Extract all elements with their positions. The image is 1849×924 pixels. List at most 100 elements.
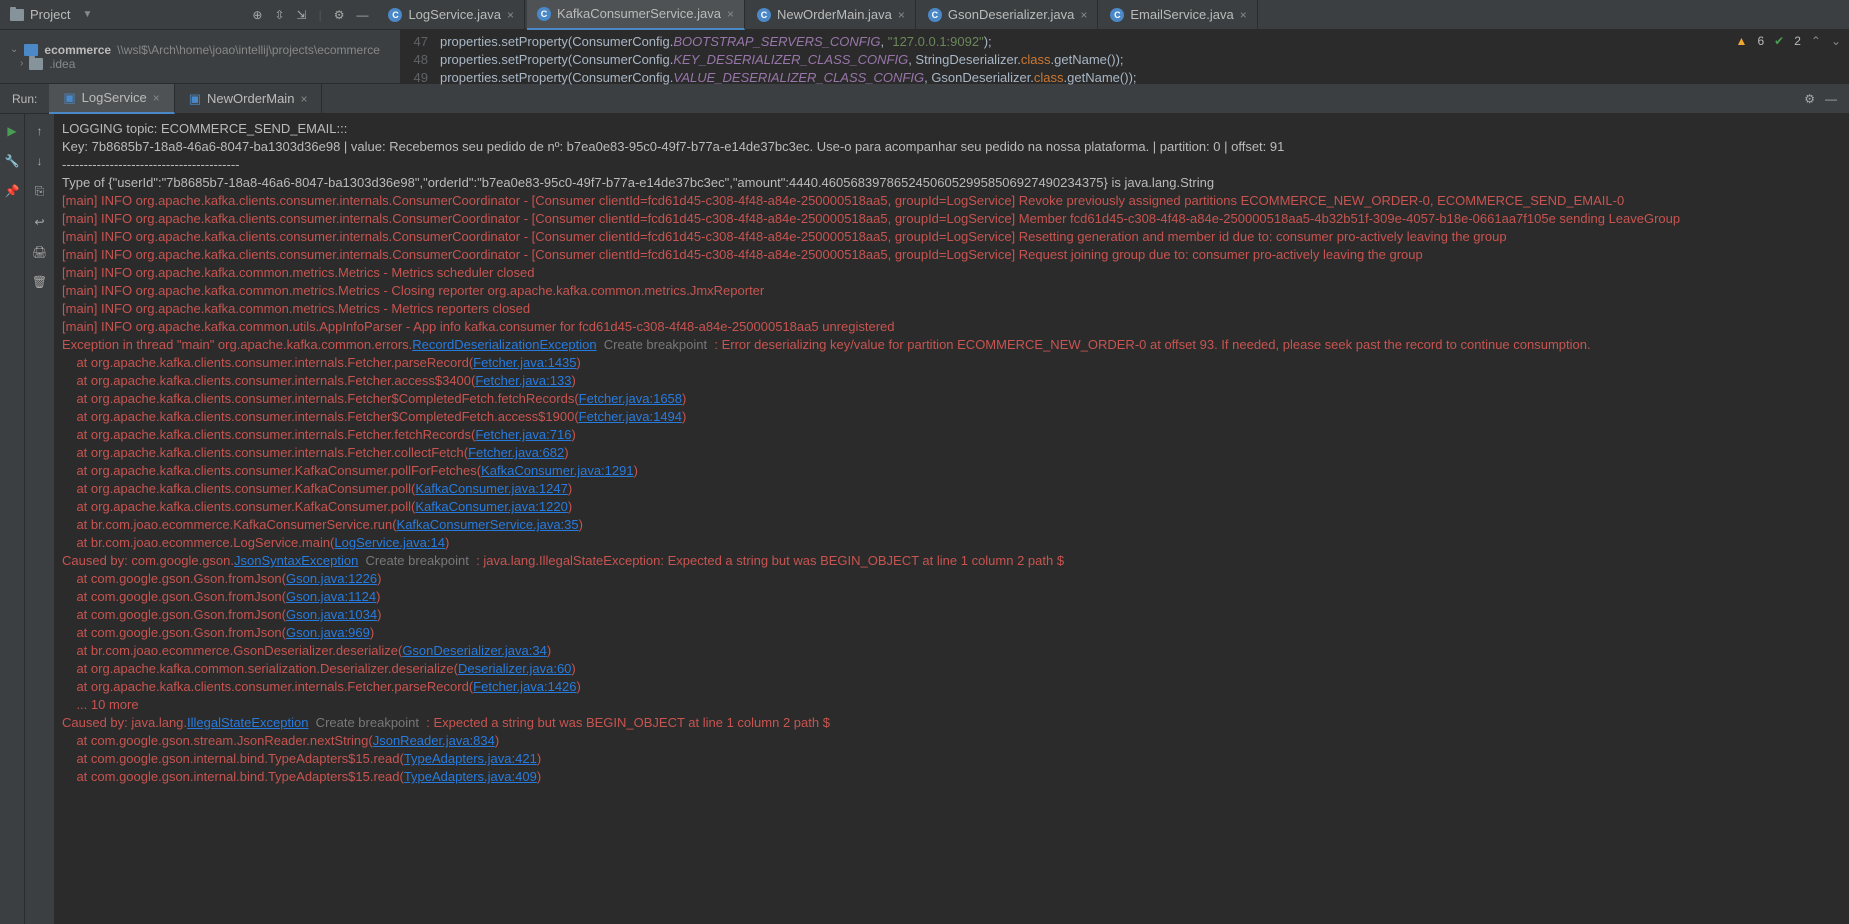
stack-link[interactable]: Gson.java:1124 xyxy=(286,589,376,604)
top-toolbar-icons: ⊕ ⇳ ⇲ | ⚙ — xyxy=(242,8,378,22)
step-into-icon[interactable]: ↓ xyxy=(37,154,43,168)
close-icon[interactable]: × xyxy=(1080,8,1087,22)
stack-link[interactable]: KafkaConsumer.java:1247 xyxy=(415,481,567,496)
stack-link[interactable]: IllegalStateException xyxy=(187,715,308,730)
close-icon[interactable]: × xyxy=(898,8,905,22)
stack-link[interactable]: TypeAdapters.java:409 xyxy=(404,769,537,784)
editor-tab[interactable]: CKafkaConsumerService.java× xyxy=(527,0,745,30)
console-line: at com.google.gson.Gson.fromJson(Gson.ja… xyxy=(62,588,1841,606)
editor-tab[interactable]: CEmailService.java× xyxy=(1100,0,1257,30)
console-line: Type of {"userId":"7b8685b7-18a8-46a6-80… xyxy=(62,174,1841,192)
application-icon: ▣ xyxy=(63,90,75,106)
stack-link[interactable]: JsonReader.java:834 xyxy=(373,733,495,748)
chevron-up-icon[interactable]: ⌃ xyxy=(1811,34,1821,48)
close-icon[interactable]: × xyxy=(1240,8,1247,22)
console-text: at com.google.gson.Gson.fromJson( xyxy=(62,625,286,640)
stack-link[interactable]: Fetcher.java:1494 xyxy=(579,409,682,424)
console-line: at org.apache.kafka.clients.consumer.int… xyxy=(62,390,1841,408)
stack-link[interactable]: Fetcher.java:716 xyxy=(475,427,571,442)
console-line: [main] INFO org.apache.kafka.clients.con… xyxy=(62,192,1841,210)
editor-tab[interactable]: CNewOrderMain.java× xyxy=(747,0,916,30)
stack-link[interactable]: KafkaConsumer.java:1220 xyxy=(415,499,567,514)
stack-link[interactable]: Fetcher.java:1435 xyxy=(473,355,576,370)
close-icon[interactable]: × xyxy=(300,92,307,106)
console-text: : Expected a string but was BEGIN_OBJECT… xyxy=(423,715,830,730)
pin-icon[interactable]: 📌 xyxy=(5,184,20,198)
minimize-icon[interactable]: — xyxy=(1825,92,1837,106)
console-line: at br.com.joao.ecommerce.GsonDeserialize… xyxy=(62,642,1841,660)
minimize-icon[interactable]: — xyxy=(356,8,368,22)
console-text: ) xyxy=(537,769,541,784)
code-line[interactable]: 47 properties.setProperty(ConsumerConfig… xyxy=(400,32,1849,50)
stack-link[interactable]: JsonSyntaxException xyxy=(234,553,358,568)
step-over-icon[interactable]: ↑ xyxy=(37,124,43,138)
console-text: ) xyxy=(547,643,551,658)
expand-icon[interactable]: ⇳ xyxy=(274,8,284,22)
console-text: ) xyxy=(571,427,575,442)
wrap-icon[interactable]: ↩ xyxy=(34,215,44,229)
code-line[interactable]: 48 properties.setProperty(ConsumerConfig… xyxy=(400,50,1849,68)
close-icon[interactable]: × xyxy=(153,91,160,105)
export-icon[interactable]: ⎘ xyxy=(35,184,45,199)
stack-link[interactable]: KafkaConsumer.java:1291 xyxy=(481,463,633,478)
java-class-icon: C xyxy=(757,8,771,22)
console-text: Exception in thread "main" org.apache.ka… xyxy=(62,337,412,352)
project-dropdown[interactable]: Project ▼ xyxy=(0,7,102,22)
console-text: at com.google.gson.internal.bind.TypeAda… xyxy=(62,769,404,784)
stack-link[interactable]: Gson.java:969 xyxy=(286,625,370,640)
console-text: ) xyxy=(577,355,581,370)
close-icon[interactable]: × xyxy=(507,8,514,22)
console-line: at com.google.gson.internal.bind.TypeAda… xyxy=(62,750,1841,768)
console-line: Key: 7b8685b7-18a8-46a6-8047-ba1303d36e9… xyxy=(62,138,1841,156)
gear-icon[interactable]: ⚙ xyxy=(1804,92,1815,106)
chevron-down-icon[interactable]: ⌄ xyxy=(1831,34,1841,48)
console-text: at org.apache.kafka.clients.consumer.Kaf… xyxy=(62,499,415,514)
console-text: ) xyxy=(577,679,581,694)
code-text: properties.setProperty(ConsumerConfig.VA… xyxy=(440,70,1137,85)
console-line: [main] INFO org.apache.kafka.common.metr… xyxy=(62,300,1841,318)
console-text: ) xyxy=(495,733,499,748)
stack-link[interactable]: RecordDeserializationException xyxy=(412,337,596,352)
editor-tab[interactable]: CGsonDeserializer.java× xyxy=(918,0,1098,30)
project-idea-row[interactable]: › .idea xyxy=(0,57,400,71)
stack-link[interactable]: Gson.java:1034 xyxy=(286,607,377,622)
print-icon[interactable]: 🖨 xyxy=(32,245,47,259)
stack-link[interactable]: Fetcher.java:133 xyxy=(475,373,571,388)
stack-link[interactable]: GsonDeserializer.java:34 xyxy=(402,643,547,658)
create-breakpoint-hint[interactable]: Create breakpoint xyxy=(597,337,711,352)
project-root-row[interactable]: ⌄ ecommerce \\wsl$\Arch\home\joao\intell… xyxy=(0,43,400,57)
stack-link[interactable]: Fetcher.java:1658 xyxy=(579,391,682,406)
play-icon[interactable]: ▶ xyxy=(7,124,16,138)
line-number: 49 xyxy=(400,70,440,85)
run-tab[interactable]: ▣LogService× xyxy=(49,84,174,114)
console-text: at org.apache.kafka.clients.consumer.int… xyxy=(62,679,473,694)
chevron-right-icon[interactable]: › xyxy=(20,58,23,69)
close-icon[interactable]: × xyxy=(727,7,734,21)
debug-icon[interactable]: 🔧 xyxy=(5,154,20,168)
chevron-down-icon[interactable]: ⌄ xyxy=(10,44,18,55)
java-class-icon: C xyxy=(388,8,402,22)
editor-tab-label: GsonDeserializer.java xyxy=(948,7,1074,22)
run-tab[interactable]: ▣NewOrderMain× xyxy=(175,84,323,114)
stack-link[interactable]: KafkaConsumerService.java:35 xyxy=(397,517,579,532)
warning-icon[interactable]: ▲ xyxy=(1736,34,1748,48)
gear-icon[interactable]: ⚙ xyxy=(334,8,345,22)
trash-icon[interactable]: 🗑 xyxy=(32,275,47,289)
create-breakpoint-hint[interactable]: Create breakpoint xyxy=(358,553,472,568)
editor-tab[interactable]: CLogService.java× xyxy=(378,0,525,30)
stack-link[interactable]: LogService.java:14 xyxy=(334,535,445,550)
console-line: ----------------------------------------… xyxy=(62,156,1841,174)
editor-preview[interactable]: ▲6 ✔2 ⌃ ⌄ 47 properties.setProperty(Cons… xyxy=(400,30,1849,83)
stack-link[interactable]: Deserializer.java:60 xyxy=(458,661,571,676)
collapse-icon[interactable]: ⇲ xyxy=(297,8,307,22)
code-line[interactable]: 49 properties.setProperty(ConsumerConfig… xyxy=(400,68,1849,86)
console-text: at br.com.joao.ecommerce.GsonDeserialize… xyxy=(62,643,402,658)
stack-link[interactable]: TypeAdapters.java:421 xyxy=(404,751,537,766)
console-output[interactable]: LOGGING topic: ECOMMERCE_SEND_EMAIL:::Ke… xyxy=(54,114,1849,924)
stack-link[interactable]: Fetcher.java:682 xyxy=(468,445,564,460)
check-icon[interactable]: ✔ xyxy=(1774,34,1784,48)
stack-link[interactable]: Fetcher.java:1426 xyxy=(473,679,576,694)
target-icon[interactable]: ⊕ xyxy=(252,8,262,22)
stack-link[interactable]: Gson.java:1226 xyxy=(286,571,377,586)
create-breakpoint-hint[interactable]: Create breakpoint xyxy=(308,715,422,730)
